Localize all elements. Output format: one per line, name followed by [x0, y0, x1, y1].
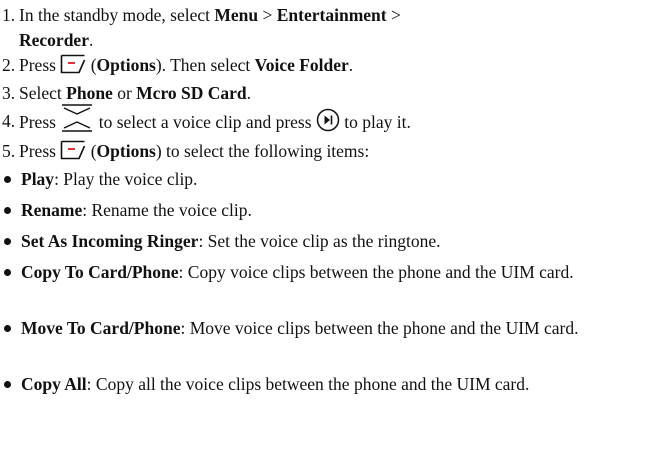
bullet-icon — [2, 316, 21, 341]
step-text: Press to select a voice clip and press t… — [19, 104, 647, 139]
step-number: 1. — [2, 5, 16, 25]
sd-card-term: Mcro SD Card — [136, 83, 247, 103]
option-description: : Rename the voice clip. — [82, 200, 252, 220]
step-number: 5. — [2, 141, 16, 161]
left-softkey-icon — [60, 54, 86, 74]
option-description: : Play the voice clip. — [54, 169, 198, 189]
option-term: Move To Card/Phone — [21, 318, 181, 338]
step-4: 4. Press to select a voice clip and pres… — [2, 104, 647, 139]
left-softkey-icon — [60, 140, 86, 160]
up-down-navigation-key-icon — [60, 103, 94, 133]
step-number: 2. — [2, 55, 16, 75]
step-number: 3. — [2, 83, 16, 103]
option-description: : Copy voice clips between the phone and… — [178, 262, 574, 282]
option-item-copy-all: Copy All: Copy all the voice clips betwe… — [2, 372, 647, 422]
step-text: Select Phone or Mcro SD Card. — [19, 83, 252, 103]
options-term: Options — [96, 55, 156, 75]
option-item-rename: Rename: Rename the voice clip. — [2, 198, 647, 229]
option-description: : Move voice clips between the phone and… — [180, 318, 579, 338]
option-term: Set As Incoming Ringer — [21, 231, 199, 251]
option-description: : Set the voice clip as the ringtone. — [198, 231, 441, 251]
bullet-icon — [2, 229, 21, 254]
manual-page: 1. In the standby mode, select Menu > En… — [0, 0, 647, 473]
option-description: : Copy all the voice clips between the p… — [86, 374, 530, 394]
step-text: Press (Options) to select the following … — [19, 140, 370, 161]
options-term: Options — [96, 141, 156, 161]
step-5: 5. Press (Options) to select the followi… — [2, 139, 647, 167]
entertainment-term: Entertainment — [276, 5, 387, 25]
option-term: Copy To Card/Phone — [21, 262, 179, 282]
bullet-icon — [2, 372, 21, 397]
step-text: Press (Options). Then select Voice Folde… — [19, 54, 354, 75]
bullet-icon — [2, 198, 21, 223]
step-number: 4. — [2, 111, 16, 131]
step-1: 1. In the standby mode, select Menu > En… — [2, 3, 647, 53]
voice-folder-term: Voice Folder — [254, 55, 349, 75]
recorder-term: Recorder — [19, 30, 89, 50]
step-3: 3. Select Phone or Mcro SD Card. — [2, 81, 647, 109]
menu-term: Menu — [214, 5, 259, 25]
option-item-copy-to-card: Copy To Card/Phone: Copy voice clips bet… — [2, 260, 647, 316]
step-2: 2. Press (Options). Then select Voice Fo… — [2, 53, 647, 81]
option-item-set-ringer: Set As Incoming Ringer: Set the voice cl… — [2, 229, 647, 260]
option-item-play: Play: Play the voice clip. — [2, 167, 647, 198]
option-term: Rename — [21, 200, 83, 220]
phone-term: Phone — [66, 83, 113, 103]
step-text: In the standby mode, select Menu > Enter… — [19, 5, 401, 50]
option-term: Play — [21, 169, 55, 189]
bullet-icon — [2, 260, 21, 285]
option-term: Copy All — [21, 374, 87, 394]
option-item-move-to-card: Move To Card/Phone: Move voice clips bet… — [2, 316, 647, 372]
play-center-key-icon — [316, 108, 340, 132]
bullet-icon — [2, 167, 21, 192]
